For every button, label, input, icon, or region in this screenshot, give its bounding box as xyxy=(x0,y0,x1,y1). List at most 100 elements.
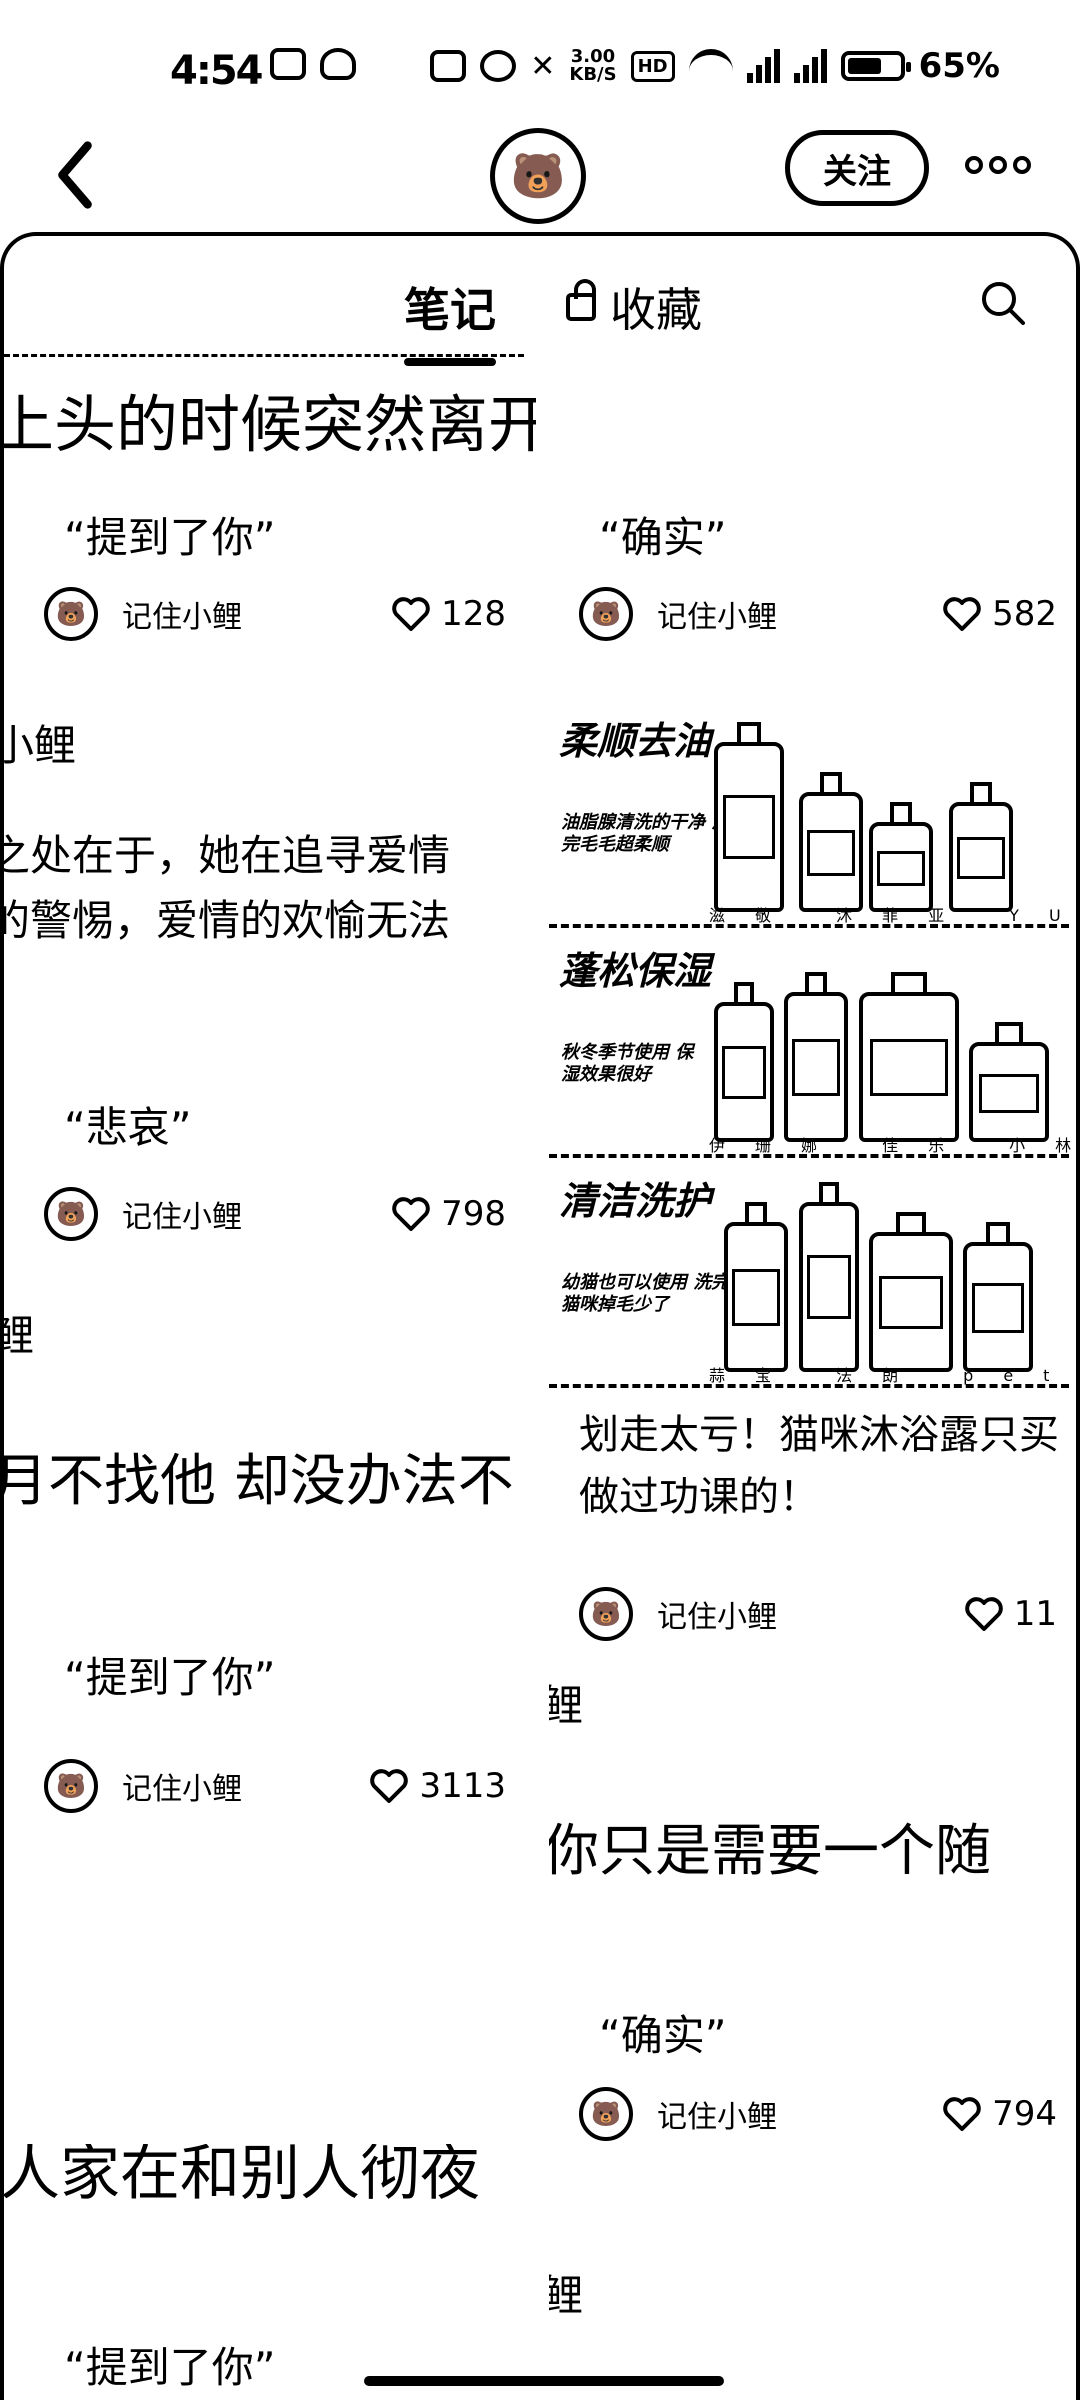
status-bar: 4:54 ✕ 3.00 KB/S HD 65% xyxy=(0,0,1080,100)
card-fragment-head: 鲤 xyxy=(4,1304,34,1367)
card-title: “确实” xyxy=(599,513,727,562)
bottle-shape xyxy=(784,972,848,1142)
card-meta: 🐻 记住小鲤 11 xyxy=(549,1584,1076,1644)
more-dots-icon[interactable] xyxy=(965,156,1031,174)
heart-icon xyxy=(370,1769,409,1803)
card-fragment-text: 上头的时候突然离开 xyxy=(4,388,536,461)
author-avatar: 🐻 xyxy=(579,2087,633,2141)
battery-percent: 65% xyxy=(918,46,1000,86)
like-count[interactable]: 798 xyxy=(391,1194,506,1234)
card-meta: 🐻 记住小鲤 798 xyxy=(4,1184,536,1244)
author-avatar: 🐻 xyxy=(44,587,98,641)
app-notification-icon xyxy=(270,48,306,80)
author-avatar: 🐻 xyxy=(579,587,633,641)
card-title: “提到了你” xyxy=(64,2343,276,2392)
notes-feed: 上头的时候突然离开 “提到了你” 🐻 记住小鲤 128 小鲤 之处在于，她在追寻… xyxy=(4,344,1076,2400)
bottle-shape xyxy=(949,782,1013,912)
card-title: “悲哀” xyxy=(64,1103,192,1152)
like-count-value: 11 xyxy=(1013,1594,1057,1634)
note-card[interactable]: 小鲤 之处在于，她在追寻爱情 的警惕，爱情的欢愉无法 。 “悲哀” xyxy=(4,714,536,1234)
card-meta: 🐻 记住小鲤 582 xyxy=(549,584,1076,644)
note-card[interactable]: 鲤 你只是需要一个随 “确实” 🐻 记住小鲤 794 xyxy=(549,1674,1076,2154)
follow-button[interactable]: 关注 xyxy=(785,130,929,206)
product-brands: 蒜宝 法朗 petshy 斯菲普 xyxy=(709,1366,1080,1385)
note-card[interactable]: 人家在和别人彻夜 “提到了你” xyxy=(4,2144,536,2400)
card-title: “确实” xyxy=(599,2011,727,2060)
chevron-left-icon xyxy=(58,141,92,209)
net-speed-unit: KB/S xyxy=(569,64,617,85)
heart-notification-icon xyxy=(320,48,356,80)
heart-icon xyxy=(392,1197,430,1231)
card-fragment-head: 小鲤 xyxy=(4,721,77,770)
card-title: 划走太亏！猫咪沐浴露只买做过功课的！ xyxy=(579,1412,1059,1520)
battery-icon xyxy=(840,51,911,81)
profile-avatar[interactable]: 🐻 xyxy=(490,128,586,224)
bottle-shape xyxy=(859,972,959,1142)
tab-saved-label: 收藏 xyxy=(610,283,702,337)
signal-5g-icon xyxy=(746,49,780,83)
search-icon[interactable] xyxy=(980,280,1026,326)
signal-4g-icon xyxy=(793,49,827,83)
like-count[interactable]: 128 xyxy=(391,594,506,634)
product-row-label: 蓬松保湿 xyxy=(559,949,712,993)
card-fragment-line: 的警惕，爱情的欢愉无法 xyxy=(4,896,451,945)
tab-bar: 笔记 收藏 xyxy=(4,236,1076,366)
author-name: 记住小鲤 xyxy=(122,1772,242,1807)
card-fragment-line: 之处在于，她在追寻爱情 xyxy=(4,831,451,880)
top-nav: 🐻 关注 xyxy=(0,110,1080,230)
alarm-icon xyxy=(480,50,517,82)
tab-notes[interactable]: 笔记 xyxy=(404,274,496,366)
card-meta: 🐻 记住小鲤 128 xyxy=(4,584,536,644)
hd-badge: HD xyxy=(630,50,675,82)
author-avatar: 🐻 xyxy=(579,1587,633,1641)
product-row-label: 清洁洗护 xyxy=(559,1179,712,1223)
status-left-icons xyxy=(270,48,356,80)
like-count-value: 3113 xyxy=(419,1766,506,1806)
note-card[interactable]: “确实” 🐻 记住小鲤 582 xyxy=(549,344,1076,674)
home-indicator[interactable] xyxy=(364,2376,724,2386)
like-count-value: 794 xyxy=(992,2094,1057,2134)
tab-saved[interactable]: 收藏 xyxy=(566,274,702,340)
product-row-subtitle: 幼猫也可以使用 洗完猫咪掉毛少了 xyxy=(561,1272,730,1315)
author-name: 记住小鲤 xyxy=(122,600,242,635)
product-brands: 伊珊娜 佳乐 小林制药 阿鲁 xyxy=(709,1136,1076,1155)
status-time: 4:54 xyxy=(170,48,263,94)
product-brands: 滋敬 沐菲亚 YU 开麦 xyxy=(709,906,1076,925)
like-count[interactable]: 3113 xyxy=(369,1766,506,1806)
author-avatar: 🐻 xyxy=(44,1759,98,1813)
wifi-icon xyxy=(688,49,733,83)
mute-icon: ✕ xyxy=(530,48,556,84)
card-meta: 🐻 记住小鲤 794 xyxy=(549,2084,1076,2144)
content-sheet: 笔记 收藏 上头的时候突然离开 “提到了你” 🐻 记住小鲤 128 鲤 之处在于… xyxy=(0,232,1080,2400)
heart-icon xyxy=(392,597,430,631)
heart-icon xyxy=(943,597,981,631)
lock-icon xyxy=(566,279,596,321)
status-right-icons: ✕ 3.00 KB/S HD 65% xyxy=(430,46,1000,86)
card-fragment-text: 月不找他 却没办法不 xyxy=(4,1449,514,1514)
card-title: “提到了你” xyxy=(64,513,276,562)
product-row: 柔顺去油 油脂腺清洗的干净 洗完毛毛超柔顺 滋敬 沐菲亚 YU 开麦 xyxy=(549,704,1076,928)
card-fragment-text: 人家在和别人彻夜 xyxy=(4,2144,480,2209)
bottle-shape xyxy=(724,1202,788,1372)
note-card[interactable]: 鲤 月不找他 却没办法不 “提到了你” xyxy=(4,1304,536,1824)
bottle-shape xyxy=(799,1182,859,1372)
back-button[interactable] xyxy=(50,140,92,209)
heart-icon xyxy=(943,2097,981,2131)
author-avatar: 🐻 xyxy=(44,1187,98,1241)
like-count-value: 128 xyxy=(441,594,506,634)
note-cover-image[interactable]: 柔顺去油 油脂腺清洗的干净 洗完毛毛超柔顺 滋敬 沐菲亚 YU 开麦 蓬松保湿 … xyxy=(549,704,1076,1394)
like-count[interactable]: 794 xyxy=(942,2094,1057,2134)
battery-fill xyxy=(847,58,882,74)
like-count-value: 798 xyxy=(441,1194,506,1234)
author-name: 记住小鲤 xyxy=(657,1600,777,1635)
like-count[interactable]: 11 xyxy=(964,1594,1057,1634)
note-card[interactable]: 划走太亏！猫咪沐浴露只买做过功课的！ 🐻 记住小鲤 11 xyxy=(549,1404,1076,1704)
nfc-icon xyxy=(430,50,467,82)
bottle-shape xyxy=(714,722,784,912)
note-card[interactable]: 鲤 xyxy=(549,2264,1076,2364)
card-fragment-head: 鲤 xyxy=(549,1674,583,1737)
product-row: 清洁洗护 幼猫也可以使用 洗完猫咪掉毛少了 蒜宝 法朗 petshy 斯菲普 xyxy=(549,1164,1076,1388)
product-row-subtitle: 秋冬季节使用 保湿效果很好 xyxy=(561,1042,694,1085)
like-count[interactable]: 582 xyxy=(942,594,1057,634)
card-meta: 🐻 记住小鲤 3113 xyxy=(4,1756,536,1816)
